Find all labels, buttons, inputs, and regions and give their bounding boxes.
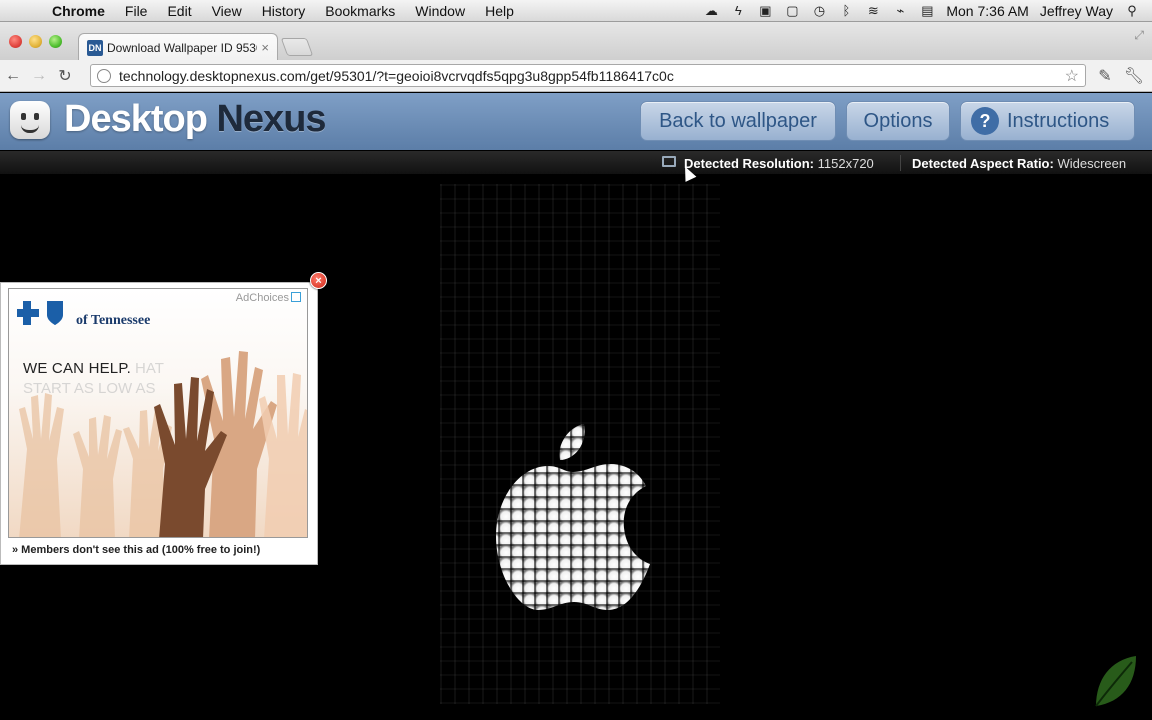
status-area: ☁ ϟ ▣ ▢ ◷ ᛒ ≋ ⌁ ▤ Mon 7:36 AM Jeffrey Wa… [703,3,1152,19]
mac-menubar: Chrome File Edit View History Bookmarks … [0,0,1152,22]
site-favicon-icon: DN [87,39,103,56]
menu-history[interactable]: History [252,3,316,19]
adchoices-link[interactable]: AdChoices [236,292,301,304]
advertisement[interactable]: AdChoices of Tennessee WE CAN HELP. HAT … [0,282,318,565]
options-button[interactable]: Options [846,101,950,141]
bolt-icon[interactable]: ϟ [730,3,746,19]
fullscreen-icon[interactable]: ⤢ [1134,28,1144,43]
activity-icon[interactable]: ⌁ [892,3,908,19]
new-tab-button[interactable] [280,38,314,56]
menu-file[interactable]: File [115,3,158,19]
desktop-nexus-mascot-icon[interactable] [10,101,50,139]
menu-window[interactable]: Window [405,3,475,19]
wrench-menu-icon[interactable]: 🔧︎ [1124,66,1144,86]
extension-icon[interactable]: ✎ [1098,66,1111,86]
window-close-button[interactable] [9,35,22,48]
detected-resolution: Detected Resolution: 1152x720 [684,156,874,171]
resolution-label: Detected Resolution: [684,156,815,171]
camera-icon[interactable]: ▣ [757,3,773,19]
site-header: Desktop Nexus Back to wallpaper Options … [0,93,1152,150]
aspect-value: Widescreen [1057,156,1127,171]
logo-nexus: Nexus [216,98,326,140]
page-info-icon[interactable] [97,68,111,83]
forward-arrow-icon[interactable]: → [26,67,52,85]
back-to-wallpaper-button[interactable]: Back to wallpaper [640,101,836,141]
bluetooth-icon[interactable]: ᛒ [838,3,854,19]
instructions-label: Instructions [1007,109,1110,132]
ad-brand-text: of Tennessee [76,313,151,328]
site-logo[interactable]: Desktop Nexus [64,98,327,141]
time-machine-icon[interactable]: ◷ [811,3,827,19]
calendar-icon[interactable]: ▤ [919,3,935,19]
ad-close-button[interactable]: × [310,272,327,289]
logo-desktop: Desktop [64,98,217,140]
tab-close-icon[interactable]: × [261,40,269,55]
window-icon[interactable]: ▢ [784,3,800,19]
menu-bookmarks[interactable]: Bookmarks [315,3,405,19]
ad-faded-text-2: START AS LOW AS [23,380,156,397]
aspect-label: Detected Aspect Ratio: [912,156,1054,171]
instructions-button[interactable]: ? Instructions [960,101,1135,141]
menu-app-name[interactable]: Chrome [40,3,115,19]
question-icon: ? [971,107,999,135]
browser-toolbar: ← → ↻ technology.desktopnexus.com/get/95… [0,60,1152,92]
members-ad-notice-link[interactable]: » Members don't see this ad (100% free t… [12,544,260,556]
menu-view[interactable]: View [202,3,252,19]
ad-faded-text-1: HAT [135,360,164,377]
reload-icon[interactable]: ↻ [52,66,78,86]
bookmark-star-icon[interactable]: ☆ [1065,66,1079,86]
ad-banner-image[interactable]: AdChoices of Tennessee WE CAN HELP. HAT … [8,288,308,538]
info-divider [900,155,901,171]
spotlight-search-icon[interactable]: ⚲ [1124,3,1140,19]
browser-tabstrip: DN Download Wallpaper ID 9530 × ⤢ [0,22,1152,61]
window-zoom-button[interactable] [49,35,62,48]
menu-help[interactable]: Help [475,3,524,19]
detection-info-bar: Detected Resolution: 1152x720 Detected A… [0,150,1152,174]
address-bar[interactable]: technology.desktopnexus.com/get/95301/?t… [90,64,1086,87]
tab-title: Download Wallpaper ID 9530 [107,40,257,55]
menu-edit[interactable]: Edit [157,3,201,19]
monitor-icon [662,156,676,167]
window-minimize-button[interactable] [29,35,42,48]
adchoices-icon [291,292,301,302]
back-arrow-icon[interactable]: ← [0,67,26,85]
address-url: technology.desktopnexus.com/get/95301/?t… [119,67,674,84]
browser-tab[interactable]: DN Download Wallpaper ID 9530 × [78,33,278,61]
cloud-icon[interactable]: ☁ [703,3,719,19]
blue-cross-blue-shield-logo-icon [17,301,63,325]
menubar-user[interactable]: Jeffrey Way [1040,3,1113,19]
apple-logo-icon [496,424,650,610]
leaf-watermark-icon [1095,656,1136,707]
detected-aspect-ratio: Detected Aspect Ratio: Widescreen [912,156,1126,171]
adchoices-label: AdChoices [235,292,289,304]
wifi-icon[interactable]: ≋ [865,3,881,19]
resolution-value: 1152x720 [817,156,874,171]
ad-headline: WE CAN HELP. [23,360,131,377]
menubar-clock[interactable]: Mon 7:36 AM [946,3,1029,19]
